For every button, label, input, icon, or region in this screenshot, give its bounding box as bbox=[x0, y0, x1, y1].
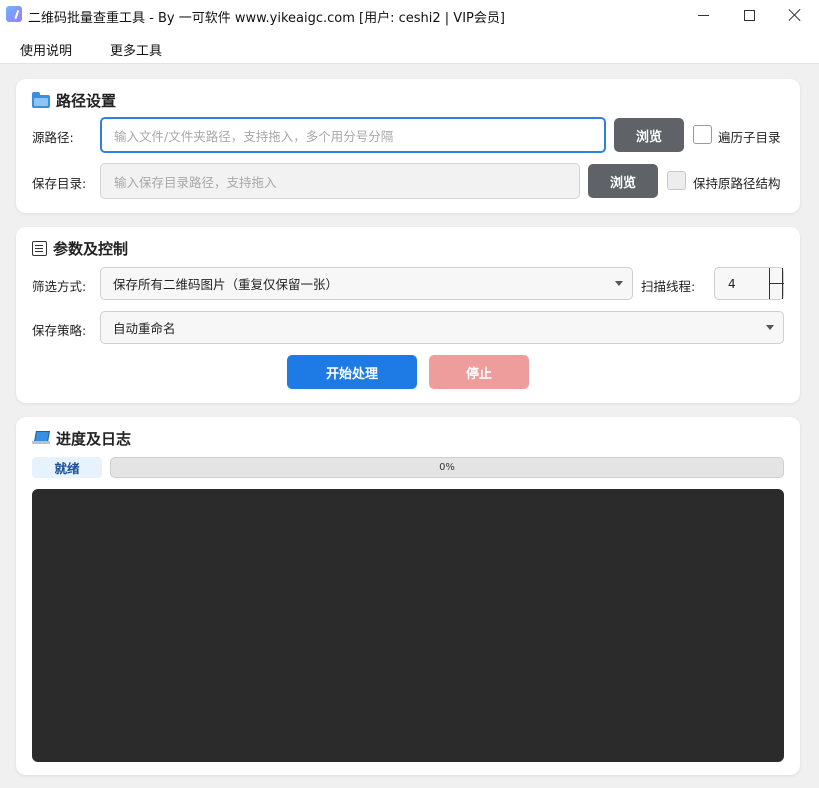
menu-item-help[interactable]: 使用说明 bbox=[20, 40, 72, 59]
title-bar: 二维码批量查重工具 - By 一可软件 www.yikeaigc.com [用户… bbox=[0, 0, 819, 30]
filter-mode-value: 保存所有二维码图片（重复仅保留一张） bbox=[113, 277, 339, 292]
save-dir-label: 保存目录: bbox=[32, 176, 87, 191]
window-title: 二维码批量查重工具 - By 一可软件 www.yikeaigc.com [用户… bbox=[28, 11, 505, 26]
progress-text: 0% bbox=[439, 462, 455, 473]
close-icon bbox=[788, 8, 802, 22]
threads-label: 扫描线程: bbox=[641, 279, 696, 294]
source-path-input[interactable]: 输入文件/文件夹路径，支持拖入，多个用分号分隔 bbox=[100, 117, 606, 153]
laptop-icon bbox=[32, 431, 50, 445]
save-policy-label: 保存策略: bbox=[32, 323, 87, 338]
params-title: 参数及控制 bbox=[53, 239, 129, 258]
spin-arrows-icon[interactable] bbox=[769, 268, 784, 299]
progress-bar: 0% bbox=[110, 457, 784, 478]
stop-button[interactable]: 停止 bbox=[429, 355, 529, 389]
filter-mode-select[interactable]: 保存所有二维码图片（重复仅保留一张） bbox=[100, 267, 633, 300]
maximize-button[interactable] bbox=[726, 0, 772, 30]
start-button[interactable]: 开始处理 bbox=[287, 355, 417, 389]
source-browse-button[interactable]: 浏览 bbox=[614, 118, 684, 152]
save-policy-select[interactable]: 自动重命名 bbox=[100, 311, 784, 344]
list-icon bbox=[32, 240, 47, 256]
progress-header: 进度及日志 bbox=[32, 429, 132, 448]
recursive-checkbox[interactable] bbox=[693, 125, 712, 144]
app-icon bbox=[6, 6, 22, 22]
source-path-label: 源路径: bbox=[32, 130, 74, 145]
save-dir-input[interactable]: 输入保存目录路径，支持拖入 bbox=[100, 163, 580, 199]
params-card: 参数及控制 筛选方式: 保存所有二维码图片（重复仅保留一张） 扫描线程: 4 保… bbox=[16, 227, 800, 403]
menu-item-more-tools[interactable]: 更多工具 bbox=[110, 40, 162, 59]
save-policy-value: 自动重命名 bbox=[113, 321, 176, 336]
keep-structure-label: 保持原路径结构 bbox=[693, 176, 781, 191]
chevron-down-icon bbox=[615, 281, 623, 286]
menu-bar: 使用说明 更多工具 bbox=[0, 30, 819, 64]
minimize-icon bbox=[697, 14, 709, 16]
chevron-down-icon bbox=[766, 325, 774, 330]
close-button[interactable] bbox=[772, 0, 818, 30]
progress-title: 进度及日志 bbox=[56, 429, 132, 448]
status-badge: 就绪 bbox=[32, 457, 102, 478]
keep-structure-checkbox[interactable] bbox=[667, 171, 686, 190]
params-header: 参数及控制 bbox=[32, 239, 129, 258]
minimize-button[interactable] bbox=[680, 0, 726, 30]
path-settings-card: 路径设置 源路径: 输入文件/文件夹路径，支持拖入，多个用分号分隔 浏览 遍历子… bbox=[16, 79, 800, 213]
recursive-label: 遍历子目录 bbox=[718, 130, 781, 145]
path-settings-header: 路径设置 bbox=[32, 91, 117, 110]
log-area[interactable] bbox=[32, 489, 784, 762]
progress-card: 进度及日志 就绪 0% bbox=[16, 417, 800, 775]
save-browse-button[interactable]: 浏览 bbox=[588, 164, 658, 198]
filter-mode-label: 筛选方式: bbox=[32, 279, 87, 294]
maximize-icon bbox=[743, 9, 755, 21]
folder-icon bbox=[32, 91, 50, 108]
threads-spinbox[interactable]: 4 bbox=[714, 267, 784, 300]
path-settings-title: 路径设置 bbox=[56, 91, 117, 110]
threads-value: 4 bbox=[728, 276, 736, 291]
